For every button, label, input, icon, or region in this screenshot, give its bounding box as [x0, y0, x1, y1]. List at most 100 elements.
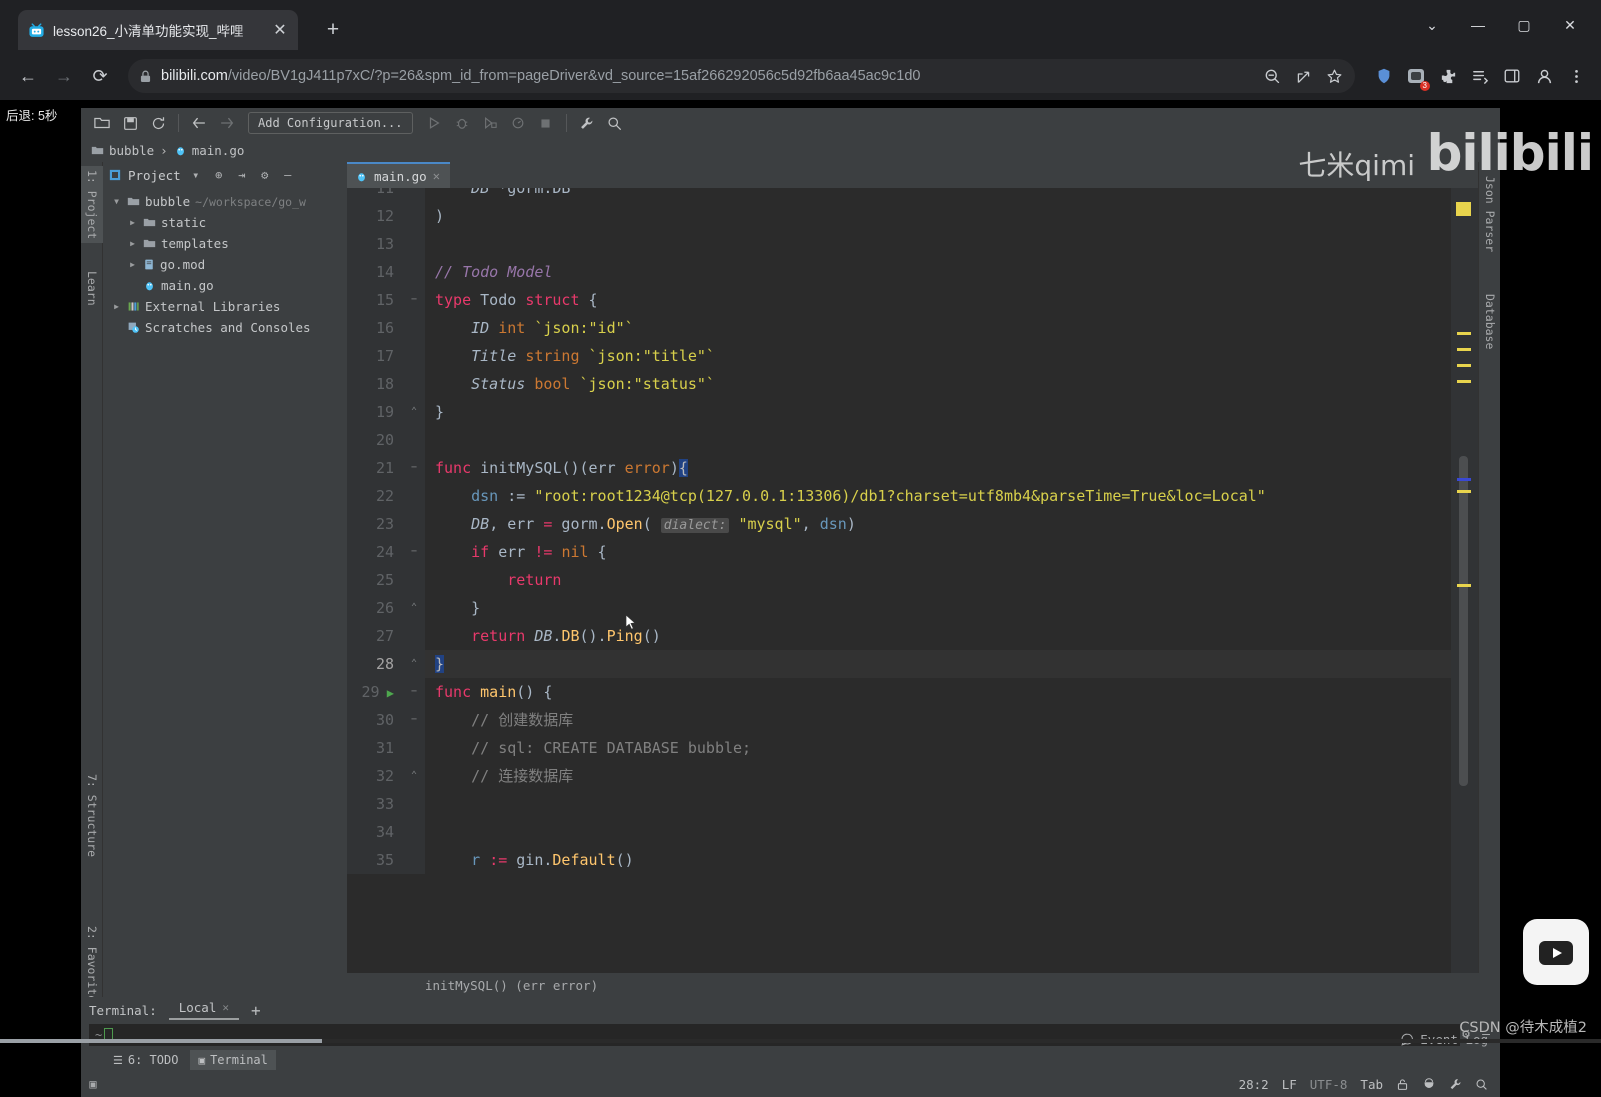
sidebar-item-json-parser[interactable]: Json Parser — [1479, 172, 1500, 256]
fold-marker[interactable]: − — [403, 538, 425, 566]
code-line[interactable]: 20 — [347, 426, 1451, 454]
editor-scrollbar[interactable] — [1459, 456, 1468, 786]
terminal-tab-local[interactable]: Local ✕ — [169, 1000, 239, 1020]
search-minus-icon[interactable] — [1264, 68, 1281, 85]
avatar-icon[interactable] — [1531, 63, 1557, 89]
tree-expand-arrow[interactable]: ▼ — [111, 197, 122, 206]
video-progress-bar[interactable] — [0, 1039, 1601, 1043]
side-panel-icon[interactable] — [1499, 63, 1525, 89]
marker[interactable] — [1457, 490, 1471, 493]
tree-expand-arrow[interactable]: ▶ — [111, 302, 122, 311]
breadcrumb-item-main-go[interactable]: main.go — [174, 143, 245, 158]
code-line[interactable]: 15−type Todo struct { — [347, 286, 1451, 314]
close-icon[interactable]: ✕ — [222, 1001, 229, 1014]
code-line[interactable]: 18 Status bool `json:"status"` — [347, 370, 1451, 398]
save-icon[interactable] — [117, 111, 143, 135]
code-line[interactable]: 31 // sql: CREATE DATABASE bubble; — [347, 734, 1451, 762]
code-line[interactable]: 12) — [347, 202, 1451, 230]
code-line[interactable]: 21−func initMySQL()(err error){ — [347, 454, 1451, 482]
fold-marker[interactable]: ⌃ — [403, 762, 425, 790]
magnifier-icon[interactable] — [1475, 1078, 1488, 1091]
marker[interactable] — [1457, 332, 1471, 335]
code-line[interactable]: 26⌃ } — [347, 594, 1451, 622]
fold-marker[interactable]: ⌃ — [403, 398, 425, 426]
code-line[interactable]: 34 — [347, 818, 1451, 846]
shield-icon[interactable] — [1371, 63, 1397, 89]
extension-icon[interactable]: 3 — [1403, 63, 1429, 89]
fold-marker[interactable]: − — [403, 454, 425, 482]
code-line[interactable]: 28⌃} — [347, 650, 1451, 678]
caret-position[interactable]: 28:2 — [1239, 1077, 1269, 1092]
code-line[interactable]: 24− if err != nil { — [347, 538, 1451, 566]
editor-marker-bar[interactable] — [1451, 188, 1478, 973]
search-icon[interactable] — [602, 111, 628, 135]
collapse-icon[interactable]: ⇥ — [234, 168, 250, 182]
tree-expand-arrow[interactable]: ▶ — [127, 239, 138, 248]
line-separator[interactable]: LF — [1282, 1077, 1297, 1092]
run-gutter-icon[interactable]: ▶ — [380, 686, 394, 700]
lock-icon[interactable] — [1396, 1078, 1409, 1091]
code-line[interactable]: 30− // 创建数据库 — [347, 706, 1451, 734]
share-icon[interactable] — [1295, 68, 1312, 85]
warning-marker[interactable] — [1456, 202, 1471, 216]
code-line[interactable]: 17 Title string `json:"title"` — [347, 342, 1451, 370]
fold-marker[interactable]: − — [403, 286, 425, 314]
tree-node[interactable]: ▶go.mod — [103, 254, 347, 275]
file-encoding[interactable]: UTF-8 — [1310, 1077, 1348, 1092]
more-icon[interactable]: ⌄ — [1409, 8, 1455, 42]
address-bar[interactable]: bilibili.com/video/BV1gJ411p7xC/?p=26&sp… — [128, 59, 1355, 93]
tree-expand-arrow[interactable]: ▶ — [127, 260, 138, 269]
video-play-badge[interactable] — [1523, 919, 1589, 985]
code-line[interactable]: 11 DB *gorm.DB — [347, 188, 1451, 202]
marker[interactable] — [1457, 348, 1471, 351]
marker[interactable] — [1457, 584, 1471, 587]
wrench-icon[interactable] — [1449, 1078, 1462, 1091]
marker[interactable] — [1457, 380, 1471, 383]
sidebar-item-database[interactable]: Database — [1479, 290, 1500, 353]
forward-icon[interactable]: → — [48, 60, 80, 92]
sidebar-item-project[interactable]: 1: Project — [81, 166, 103, 243]
editor-tab-main-go[interactable]: main.go ✕ — [347, 162, 450, 188]
sidebar-item-learn[interactable]: Learn — [81, 267, 103, 310]
code-line[interactable]: 23 DB, err = gorm.Open( dialect: "mysql"… — [347, 510, 1451, 538]
maximize-button[interactable]: ▢ — [1501, 8, 1547, 42]
fold-marker[interactable]: ⌃ — [403, 650, 425, 678]
chevron-down-icon[interactable]: ▾ — [188, 168, 204, 182]
puzzle-icon[interactable] — [1435, 63, 1461, 89]
back-icon[interactable] — [186, 111, 212, 135]
code-line[interactable]: 29 ▶−func main() { — [347, 678, 1451, 706]
inspector-icon[interactable] — [1422, 1077, 1436, 1091]
code-line[interactable]: 22 dsn := "root:root1234@tcp(127.0.0.1:1… — [347, 482, 1451, 510]
code-line[interactable]: 27 return DB.DB().Ping() — [347, 622, 1451, 650]
breadcrumb-item-bubble[interactable]: bubble — [91, 143, 154, 158]
tree-node[interactable]: ▶static — [103, 212, 347, 233]
bottom-tool-todo[interactable]: ☰ 6: TODO — [105, 1050, 186, 1070]
code-line[interactable]: 33 — [347, 790, 1451, 818]
close-icon[interactable]: ✕ — [433, 169, 440, 183]
tree-node[interactable]: ▶External Libraries — [103, 296, 347, 317]
sidebar-item-structure[interactable]: 7: Structure — [81, 770, 103, 861]
reload-icon[interactable]: ⟳ — [84, 60, 116, 92]
fold-marker[interactable]: ⌃ — [403, 594, 425, 622]
code-editor[interactable]: 11 DB *gorm.DB12)1314// Todo Model15−typ… — [347, 188, 1451, 973]
locate-icon[interactable]: ⊕ — [211, 168, 227, 182]
tree-node[interactable]: ▶templates — [103, 233, 347, 254]
toggle-tool-windows-icon[interactable]: ▣ — [81, 1077, 105, 1091]
fold-marker[interactable]: − — [403, 678, 425, 706]
code-line[interactable]: 25 return — [347, 566, 1451, 594]
minimize-button[interactable]: — — [1455, 8, 1501, 42]
browser-tab[interactable]: lesson26_小清单功能实现_哔哩 ✕ — [18, 10, 298, 50]
marker[interactable] — [1457, 364, 1471, 367]
editor-sub-breadcrumb[interactable]: initMySQL() (err error) — [347, 973, 1451, 997]
star-icon[interactable] — [1326, 68, 1343, 85]
tree-node[interactable]: main.go — [103, 275, 347, 296]
caret-marker[interactable] — [1457, 478, 1471, 481]
add-configuration-button[interactable]: Add Configuration... — [248, 112, 413, 134]
settings-icon[interactable]: ⚙ — [257, 168, 273, 182]
code-line[interactable]: 32⌃ // 连接数据库 — [347, 762, 1451, 790]
reading-list-icon[interactable] — [1467, 63, 1493, 89]
tree-expand-arrow[interactable]: ▶ — [127, 218, 138, 227]
tree-node[interactable]: ▼bubble~/workspace/go_w — [103, 191, 347, 212]
code-line[interactable]: 19⌃} — [347, 398, 1451, 426]
wrench-icon[interactable] — [574, 111, 600, 135]
